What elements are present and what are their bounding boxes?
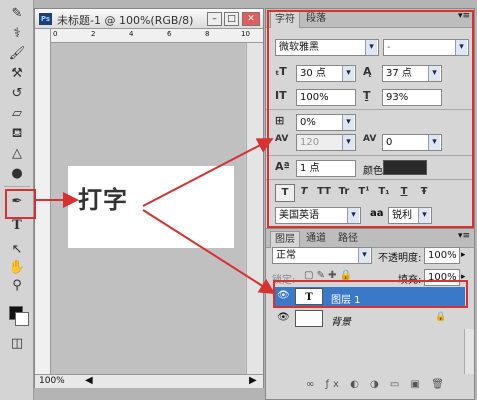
hand-icon[interactable]: ✋ — [6, 258, 28, 278]
dodge-icon[interactable]: ● — [6, 164, 28, 184]
annotation-character-panel-box — [267, 10, 474, 228]
layer-row[interactable]: 👁 背景 🔒 — [275, 309, 465, 329]
ruler-mark: 10 — [241, 30, 250, 38]
zoom-icon[interactable]: ⚲ — [6, 276, 28, 296]
horizontal-ruler: 0 2 4 6 8 10 — [51, 29, 263, 43]
eyedropper-icon[interactable]: ✎ — [6, 4, 28, 24]
annotation-type-tool-box — [5, 189, 36, 219]
eraser-icon[interactable]: ▱ — [6, 104, 28, 124]
paint-bucket-icon[interactable]: ⛾ — [6, 124, 28, 144]
brush-icon[interactable]: 🖌 — [6, 44, 28, 64]
document-titlebar: Ps 未标题-1 @ 100%(RGB/8) – □ ✕ — [35, 9, 263, 29]
background-color-swatch[interactable] — [15, 312, 29, 326]
ruler-mark: 8 — [205, 30, 210, 38]
document-title: 未标题-1 @ 100%(RGB/8) — [57, 14, 194, 27]
blend-mode-select[interactable]: 正常 — [272, 247, 372, 264]
background-layer-thumbnail — [295, 310, 323, 327]
eye-icon[interactable]: 👁 — [277, 312, 290, 323]
tab-paths[interactable]: 路径 — [334, 231, 362, 247]
zoom-level[interactable]: 100% — [39, 376, 65, 386]
clone-stamp-icon[interactable]: ⚒ — [6, 64, 28, 84]
tab-channels[interactable]: 通道 — [302, 231, 330, 247]
vertical-ruler — [35, 29, 51, 374]
ruler-mark: 0 — [53, 30, 58, 38]
path-select-icon[interactable]: ↖ — [6, 240, 28, 260]
scroll-right-icon[interactable]: ▶ — [249, 375, 257, 386]
close-icon[interactable]: ✕ — [242, 12, 260, 26]
blur-icon[interactable]: △ — [6, 144, 28, 164]
ruler-mark: 6 — [167, 30, 172, 38]
layers-scrollbar[interactable] — [464, 329, 474, 374]
healing-brush-icon[interactable]: ⚕ — [6, 24, 28, 44]
minimize-icon[interactable]: – — [207, 12, 222, 26]
photoshop-icon: Ps — [39, 13, 52, 25]
opacity-input[interactable]: 100% — [424, 247, 460, 264]
type-tool-icon[interactable]: T — [6, 216, 28, 236]
ruler-mark: 2 — [91, 30, 96, 38]
lock-icon: 🔒 — [435, 312, 447, 322]
opacity-slider-icon[interactable]: ▸ — [461, 247, 471, 264]
layer-actions-bar[interactable]: ∞ ƒx ◐ ◑ ▭ ▣ 🗑 — [306, 379, 466, 393]
history-brush-icon[interactable]: ↺ — [6, 84, 28, 104]
status-bar: 100% ◀ ▶ — [35, 374, 263, 388]
vertical-scrollbar[interactable] — [246, 43, 263, 374]
quick-mask-icon[interactable]: ◫ — [6, 334, 28, 354]
layers-menu-icon[interactable]: ▾≡ — [458, 231, 470, 241]
status-arrow-icon[interactable]: ◀ — [85, 375, 93, 386]
layer-name[interactable]: 背景 — [331, 313, 351, 328]
canvas-text-layer[interactable]: 打字 — [78, 180, 128, 215]
opacity-label: 不透明度: — [378, 253, 422, 264]
layers-panel-tabs: 图层 通道 路径 ▾≡ — [266, 229, 474, 248]
layers-panel: 图层 通道 路径 ▾≡ 正常 不透明度: 100% ▸ 锁定: ▢ ✎ ✚ 🔒 … — [265, 228, 475, 400]
ruler-mark: 4 — [129, 30, 134, 38]
maximize-icon[interactable]: □ — [224, 12, 239, 26]
annotation-layer-box — [273, 280, 468, 308]
tab-layers[interactable]: 图层 — [270, 231, 300, 248]
